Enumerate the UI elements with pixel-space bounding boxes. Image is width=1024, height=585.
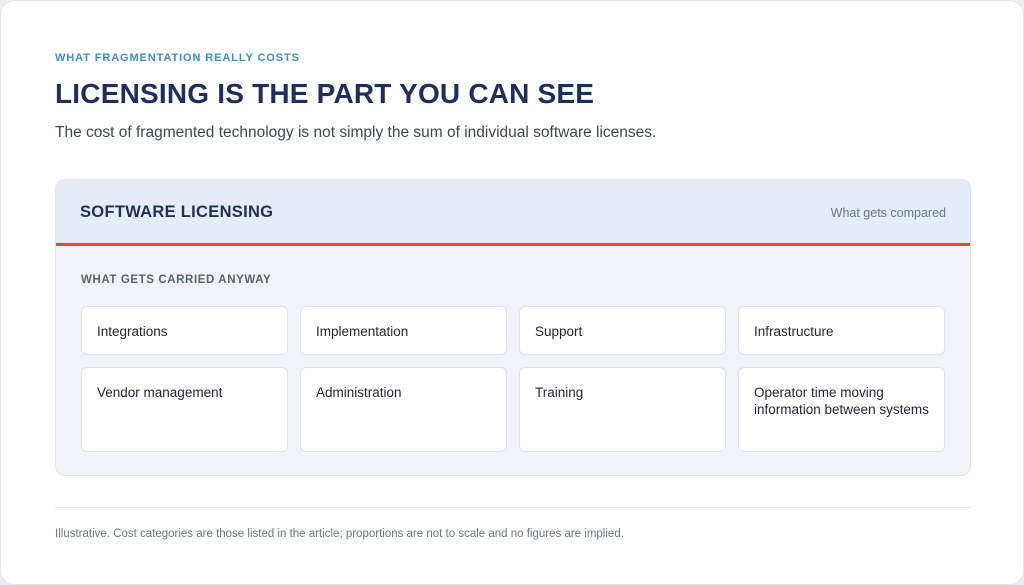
cost-card-operator-time: Operator time moving information between… bbox=[738, 367, 945, 452]
cost-card-vendor-management: Vendor management bbox=[81, 367, 288, 452]
divider bbox=[55, 507, 971, 508]
panel-title: SOFTWARE LICENSING bbox=[80, 203, 274, 221]
cost-category-grid: Integrations Implementation Support Infr… bbox=[81, 306, 946, 452]
panel-note: What gets compared bbox=[830, 206, 946, 220]
panel-header: SOFTWARE LICENSING What gets compared bbox=[56, 180, 970, 246]
cost-card-training: Training bbox=[519, 367, 726, 452]
cost-card-administration: Administration bbox=[300, 367, 507, 452]
eyebrow-label: WHAT FRAGMENTATION REALLY COSTS bbox=[55, 52, 300, 64]
cost-panel: SOFTWARE LICENSING What gets compared WH… bbox=[55, 179, 971, 476]
page-card: WHAT FRAGMENTATION REALLY COSTS LICENSIN… bbox=[0, 0, 1024, 585]
cost-card-infrastructure: Infrastructure bbox=[738, 306, 945, 355]
cost-card-implementation: Implementation bbox=[300, 306, 507, 355]
section-label: WHAT GETS CARRIED ANYWAY bbox=[81, 274, 272, 286]
cost-card-integrations: Integrations bbox=[81, 306, 288, 355]
page-subtitle: The cost of fragmented technology is not… bbox=[55, 124, 657, 141]
page-title: LICENSING IS THE PART YOU CAN SEE bbox=[55, 78, 595, 109]
cost-card-support: Support bbox=[519, 306, 726, 355]
footnote: Illustrative. Cost categories are those … bbox=[55, 528, 624, 540]
